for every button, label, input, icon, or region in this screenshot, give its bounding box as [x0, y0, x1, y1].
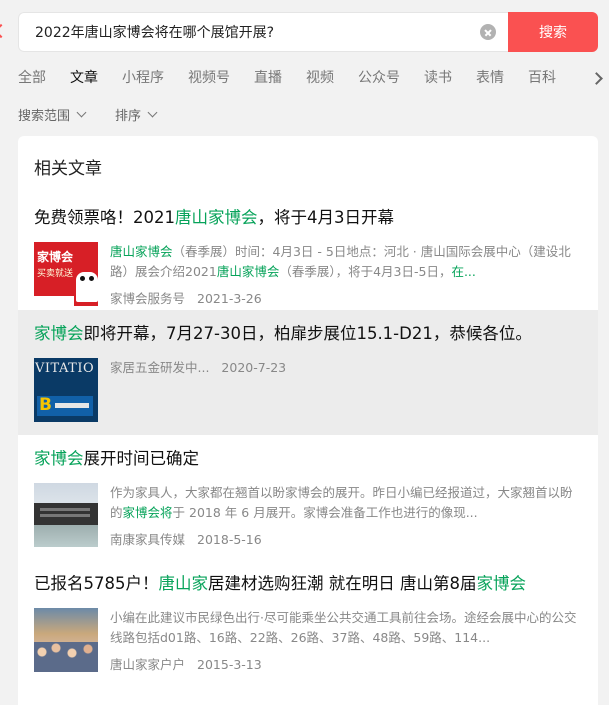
- tab-mini-programs[interactable]: 小程序: [122, 67, 164, 89]
- result-item[interactable]: 家博会展开时间已确定 作为家具人，大家都在翘首以盼家博会的展开。昨日小编已经报道…: [18, 435, 598, 560]
- result-thumbnail: VITATIO: [34, 358, 98, 422]
- result-item[interactable]: 已报名5785户！唐山家居建材选购狂潮 就在明日 唐山第8届家博会 小编在此建议…: [18, 560, 598, 685]
- result-meta: 南康家具传媒 2018-5-16: [110, 529, 582, 548]
- result-date: 2020-7-23: [221, 360, 287, 375]
- search-scope-label: 搜索范围: [18, 109, 71, 124]
- tab-official-accounts[interactable]: 公众号: [358, 67, 400, 89]
- chevron-down-icon: [76, 107, 87, 118]
- result-item[interactable]: 家博会即将开幕，7月27-30日，柏扉步展位15.1-D21，恭候各位。 VIT…: [18, 310, 598, 435]
- result-item[interactable]: 免费领票咯！2021唐山家博会，将于4月3日开幕 家博会 买卖就送 唐山家博会（…: [18, 194, 598, 310]
- search-button[interactable]: 搜索: [508, 12, 598, 52]
- tab-books[interactable]: 读书: [424, 67, 452, 89]
- result-title: 免费领票咯！2021唐山家博会，将于4月3日开幕: [34, 208, 394, 227]
- result-title: 家博会展开时间已确定: [34, 449, 199, 468]
- search-scope-dropdown[interactable]: 搜索范围: [18, 105, 87, 124]
- tab-all[interactable]: 全部: [18, 67, 46, 89]
- result-date: 2015-3-13: [197, 657, 262, 672]
- result-meta: 唐山家家户户 2015-3-13: [110, 654, 582, 673]
- tab-stickers[interactable]: 表情: [476, 67, 504, 89]
- result-source: 家博会服务号: [110, 291, 186, 306]
- result-thumbnail: [34, 483, 98, 547]
- result-thumbnail: 家博会 买卖就送: [34, 242, 98, 306]
- clear-icon[interactable]: [480, 24, 496, 40]
- result-source: 家居五金研发中...: [110, 360, 210, 375]
- tab-encyclopedia[interactable]: 百科: [528, 67, 556, 89]
- section-title: 相关文章: [34, 159, 102, 179]
- result-snippet: 作为家具人，大家都在翘首以盼家博会的展开。昨日小编已经报道过，大家翘首以盼的家博…: [110, 485, 573, 520]
- result-title: 已报名5785户！唐山家居建材选购狂潮 就在明日 唐山第8届家博会: [34, 574, 526, 593]
- result-date: 2021-3-26: [197, 291, 262, 306]
- result-title: 家博会即将开幕，7月27-30日，柏扉步展位15.1-D21，恭候各位。: [34, 324, 532, 343]
- search-input[interactable]: 2022年唐山家博会将在哪个展馆开展?: [18, 12, 508, 52]
- chevron-down-icon: [147, 107, 158, 118]
- results-panel: 相关文章 免费领票咯！2021唐山家博会，将于4月3日开幕 家博会 买卖就送 唐…: [18, 136, 598, 705]
- search-bar: 2022年唐山家博会将在哪个展馆开展? 搜索: [18, 12, 598, 52]
- search-query-text: 2022年唐山家博会将在哪个展馆开展?: [35, 25, 275, 41]
- result-thumbnail: [34, 608, 98, 672]
- category-tabs: 全部 文章 小程序 视频号 直播 视频 公众号 读书 表情 百科: [18, 64, 609, 92]
- result-source: 南康家具传媒: [110, 532, 186, 547]
- tab-videos[interactable]: 视频: [306, 67, 334, 89]
- tab-articles[interactable]: 文章: [70, 67, 98, 89]
- result-date: 2018-5-16: [197, 532, 262, 547]
- tab-live[interactable]: 直播: [254, 67, 282, 89]
- tab-channels[interactable]: 视频号: [188, 67, 230, 89]
- result-source: 唐山家家户户: [110, 657, 186, 672]
- back-chevron-icon[interactable]: [0, 23, 9, 39]
- result-meta: 家居五金研发中... 2020-7-23: [110, 358, 582, 378]
- filter-bar: 搜索范围 排序: [18, 105, 186, 124]
- sort-label: 排序: [115, 109, 142, 124]
- result-meta: 家博会服务号 2021-3-26: [110, 288, 582, 307]
- result-snippet: 唐山家博会（春季展）时间：4月3日 - 5日地点：河北 · 唐山国际会展中心（建…: [110, 244, 571, 279]
- result-snippet: 小编在此建议市民绿色出行·尽可能乘坐公共交通工具前往会场。途经会展中心的公交线路…: [110, 610, 577, 645]
- sort-dropdown[interactable]: 排序: [115, 105, 158, 124]
